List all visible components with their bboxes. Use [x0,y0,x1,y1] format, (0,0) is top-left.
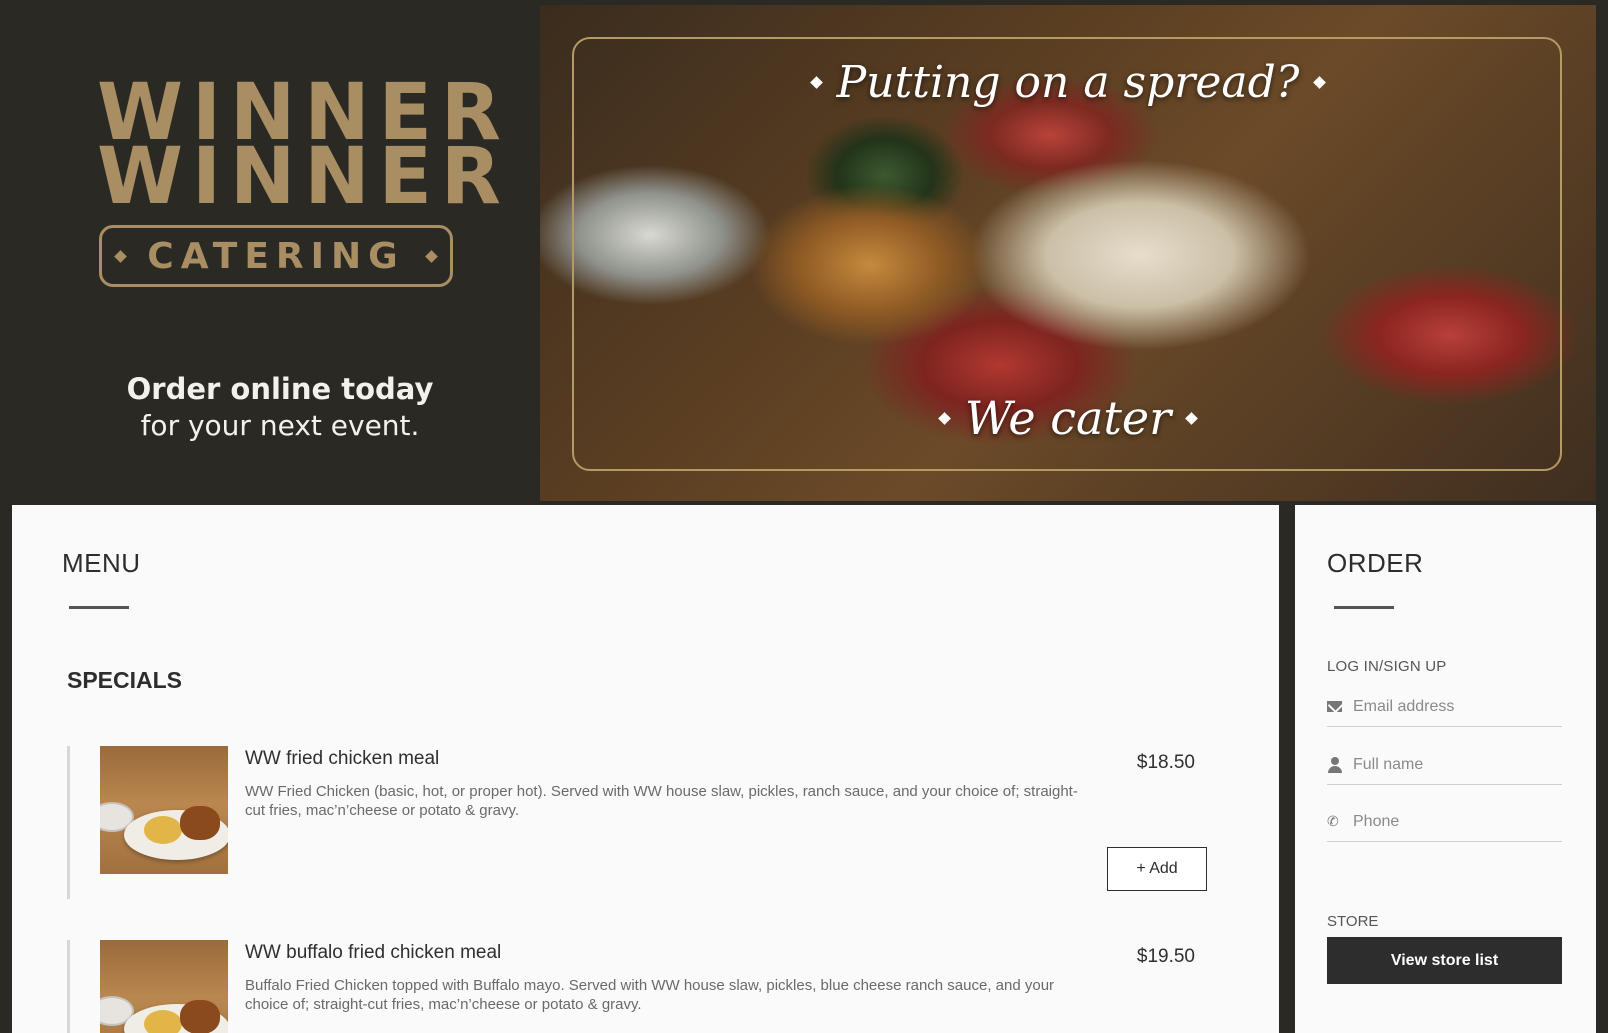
order-title: ORDER [1327,548,1424,578]
diamond-ornament [1185,411,1198,425]
diamond-ornament [424,249,438,263]
item-price: $19.50 [1136,946,1195,967]
order-panel: ORDER LOG IN/SIGN UP ✆ STORE View store … [1295,505,1596,1033]
order-title-underline [1334,606,1394,609]
store-label: STORE [1327,913,1379,930]
login-signup-label: LOG IN/SIGN UP [1327,658,1447,675]
email-field-wrapper [1327,687,1562,727]
item-description: WW Fried Chicken (basic, hot, or proper … [245,783,1078,819]
headline-top: Putting on a spread? [540,57,1596,108]
view-store-list-button[interactable]: View store list [1327,937,1562,984]
headline-top-text: Putting on a spread? [836,57,1300,108]
menu-title-underline [69,606,129,609]
menu-item: WW fried chicken meal WW Fried Chicken (… [67,746,1237,899]
diamond-ornament [809,76,823,89]
item-price: $18.50 [1136,752,1195,773]
phone-field-wrapper: ✆ [1327,802,1562,842]
full-name-field[interactable] [1353,755,1553,774]
headline-bottom: We cater [540,391,1596,445]
name-field-wrapper [1327,745,1562,785]
diamond-ornament [937,411,951,425]
headline-bottom-text: We cater [964,391,1172,445]
phone-icon: ✆ [1327,813,1339,829]
envelope-icon [1327,701,1353,712]
hero-food-photo: Putting on a spread? We cater [540,5,1596,501]
item-name[interactable]: WW fried chicken meal [245,748,439,770]
specials-heading: SPECIALS [67,667,183,693]
item-name[interactable]: WW buffalo fried chicken meal [245,942,501,964]
menu-panel: MENU SPECIALS WW fried chicken meal WW F… [12,505,1279,1033]
tagline-line-1: Order online today [126,372,434,406]
diamond-ornament [1313,76,1327,89]
logo-word-2: WINNER [97,132,510,222]
hero-banner: WINNER WINNER CATERING Order online toda… [0,0,1608,505]
add-to-order-button[interactable]: + Add [1107,847,1207,891]
phone-field[interactable] [1353,812,1553,831]
menu-item: WW buffalo fried chicken meal Buffalo Fr… [67,940,1237,1033]
item-description: Buffalo Fried Chicken topped with Buffal… [245,977,1055,1013]
person-icon [1327,756,1353,773]
menu-title: MENU [62,548,141,578]
item-photo[interactable] [100,746,228,874]
catering-logo-text: CATERING [147,235,405,277]
item-photo[interactable] [100,940,228,1033]
catering-logo-badge: CATERING [99,225,453,287]
diamond-ornament [114,249,128,263]
tagline-line-2: for your next event. [140,409,420,442]
brand-panel: WINNER WINNER CATERING Order online toda… [0,0,540,505]
email-field[interactable] [1353,697,1553,716]
